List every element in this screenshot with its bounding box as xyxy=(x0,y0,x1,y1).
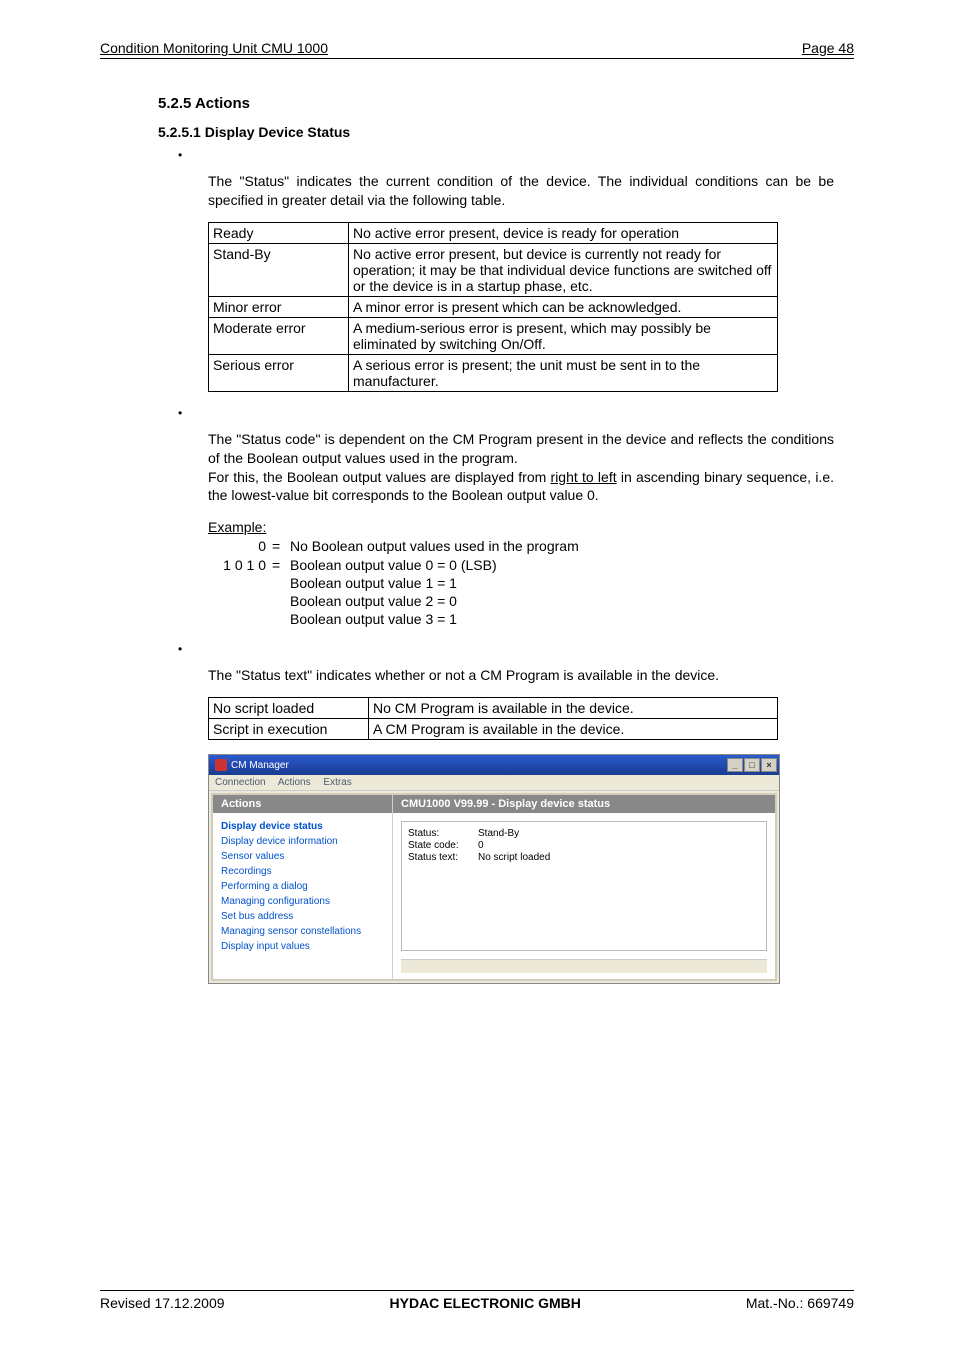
menu-actions[interactable]: Actions xyxy=(278,777,311,788)
kv-key: Status text: xyxy=(408,852,478,863)
status-cell: Ready xyxy=(209,222,349,243)
main-header: CMU1000 V99.99 - Display device status xyxy=(393,795,775,813)
table-row: ReadyNo active error present, device is … xyxy=(209,222,778,243)
kv-value: Stand-By xyxy=(478,828,519,839)
subsection-heading: 5.2.5.1 Display Device Status xyxy=(158,124,854,140)
kv-row: Status:Stand-By xyxy=(408,828,760,839)
page-header: Condition Monitoring Unit CMU 1000 Page … xyxy=(100,40,854,59)
status-cell: Stand-By xyxy=(209,243,349,296)
status-desc-cell: A minor error is present which can be ac… xyxy=(349,296,778,317)
kv-value: No script loaded xyxy=(478,852,550,863)
example-label: Example: xyxy=(208,519,854,535)
window-title: CM Manager xyxy=(231,760,289,771)
close-button[interactable]: × xyxy=(761,758,777,772)
table-row: Serious errorA serious error is present;… xyxy=(209,354,778,391)
statustext-desc-cell: No CM Program is available in the device… xyxy=(369,698,778,719)
sidebar-item-recordings[interactable]: Recordings xyxy=(221,864,384,879)
sidebar-item-display-status[interactable]: Display device status xyxy=(221,819,384,834)
text-span: For this, the Boolean output values are … xyxy=(208,469,551,485)
footer-center: HYDAC ELECTRONIC GMBH xyxy=(390,1295,581,1311)
example-block: 0=No Boolean output values used in the p… xyxy=(208,537,854,628)
kv-row: Status text:No script loaded xyxy=(408,852,760,863)
window-titlebar[interactable]: CM Manager _ □ × xyxy=(209,755,779,775)
statustext-cell: Script in execution xyxy=(209,719,369,740)
sidebar-item-device-info[interactable]: Display device information xyxy=(221,834,384,849)
kv-key: Status: xyxy=(408,828,478,839)
table-row: Moderate errorA medium-serious error is … xyxy=(209,317,778,354)
text-span: The "Status code" is dependent on the CM… xyxy=(208,431,834,466)
menubar: Connection Actions Extras xyxy=(209,775,779,791)
status-cell: Serious error xyxy=(209,354,349,391)
kv-row: State code:0 xyxy=(408,840,760,851)
status-cell: Moderate error xyxy=(209,317,349,354)
kv-key: State code: xyxy=(408,840,478,851)
kv-value: 0 xyxy=(478,840,484,851)
statusbar xyxy=(401,959,767,973)
header-right: Page 48 xyxy=(802,40,854,56)
page-footer: Revised 17.12.2009 HYDAC ELECTRONIC GMBH… xyxy=(100,1290,854,1311)
status-desc-cell: A medium-serious error is present, which… xyxy=(349,317,778,354)
maximize-button[interactable]: □ xyxy=(744,758,760,772)
sidebar-item-input-values[interactable]: Display input values xyxy=(221,939,384,954)
menu-connection[interactable]: Connection xyxy=(215,777,266,788)
sidebar-item-bus-address[interactable]: Set bus address xyxy=(221,909,384,924)
status-desc-cell: No active error present, device is ready… xyxy=(349,222,778,243)
status-desc-cell: No active error present, but device is c… xyxy=(349,243,778,296)
bullet: • xyxy=(178,406,854,420)
minimize-button[interactable]: _ xyxy=(727,758,743,772)
example-row: Boolean output value 2 = 0 xyxy=(208,592,854,610)
cm-manager-window: CM Manager _ □ × Connection Actions Extr… xyxy=(208,754,780,984)
header-left: Condition Monitoring Unit CMU 1000 xyxy=(100,40,328,56)
statuscode-paragraph: The "Status code" is dependent on the CM… xyxy=(208,430,834,506)
statustext-table: No script loadedNo CM Program is availab… xyxy=(208,697,778,740)
window-body: Actions Display device status Display de… xyxy=(211,793,777,981)
text-underline: right to left xyxy=(551,469,617,485)
sidebar-item-configurations[interactable]: Managing configurations xyxy=(221,894,384,909)
sidebar-item-sensor-constellations[interactable]: Managing sensor constellations xyxy=(221,924,384,939)
menu-extras[interactable]: Extras xyxy=(323,777,351,788)
status-cell: Minor error xyxy=(209,296,349,317)
example-row: Boolean output value 3 = 1 xyxy=(208,610,854,628)
statustext-paragraph: The "Status text" indicates whether or n… xyxy=(208,666,834,685)
sidebar-list: Display device status Display device inf… xyxy=(213,813,392,960)
sidebar-item-sensor-values[interactable]: Sensor values xyxy=(221,849,384,864)
section-heading: 5.2.5 Actions xyxy=(158,95,854,112)
bullet: • xyxy=(178,148,854,162)
sidebar: Actions Display device status Display de… xyxy=(213,795,393,979)
app-icon xyxy=(215,759,227,771)
sidebar-header: Actions xyxy=(213,795,392,813)
footer-right: Mat.-No.: 669749 xyxy=(746,1295,854,1311)
table-row: Stand-ByNo active error present, but dev… xyxy=(209,243,778,296)
table-row: Minor errorA minor error is present whic… xyxy=(209,296,778,317)
status-desc-cell: A serious error is present; the unit mus… xyxy=(349,354,778,391)
status-table: ReadyNo active error present, device is … xyxy=(208,222,778,392)
status-readout-box: Status:Stand-By State code:0 Status text… xyxy=(401,821,767,951)
footer-left: Revised 17.12.2009 xyxy=(100,1295,225,1311)
window-controls: _ □ × xyxy=(727,758,777,772)
example-row: Boolean output value 1 = 1 xyxy=(208,574,854,592)
bullet: • xyxy=(178,642,854,656)
status-intro-paragraph: The "Status" indicates the current condi… xyxy=(208,172,834,210)
main-area: CMU1000 V99.99 - Display device status S… xyxy=(393,795,775,979)
table-row: Script in executionA CM Program is avail… xyxy=(209,719,778,740)
example-row: 1 0 1 0=Boolean output value 0 = 0 (LSB) xyxy=(208,556,854,574)
example-row: 0=No Boolean output values used in the p… xyxy=(208,537,854,555)
table-row: No script loadedNo CM Program is availab… xyxy=(209,698,778,719)
statustext-desc-cell: A CM Program is available in the device. xyxy=(369,719,778,740)
sidebar-item-dialog[interactable]: Performing a dialog xyxy=(221,879,384,894)
statustext-cell: No script loaded xyxy=(209,698,369,719)
